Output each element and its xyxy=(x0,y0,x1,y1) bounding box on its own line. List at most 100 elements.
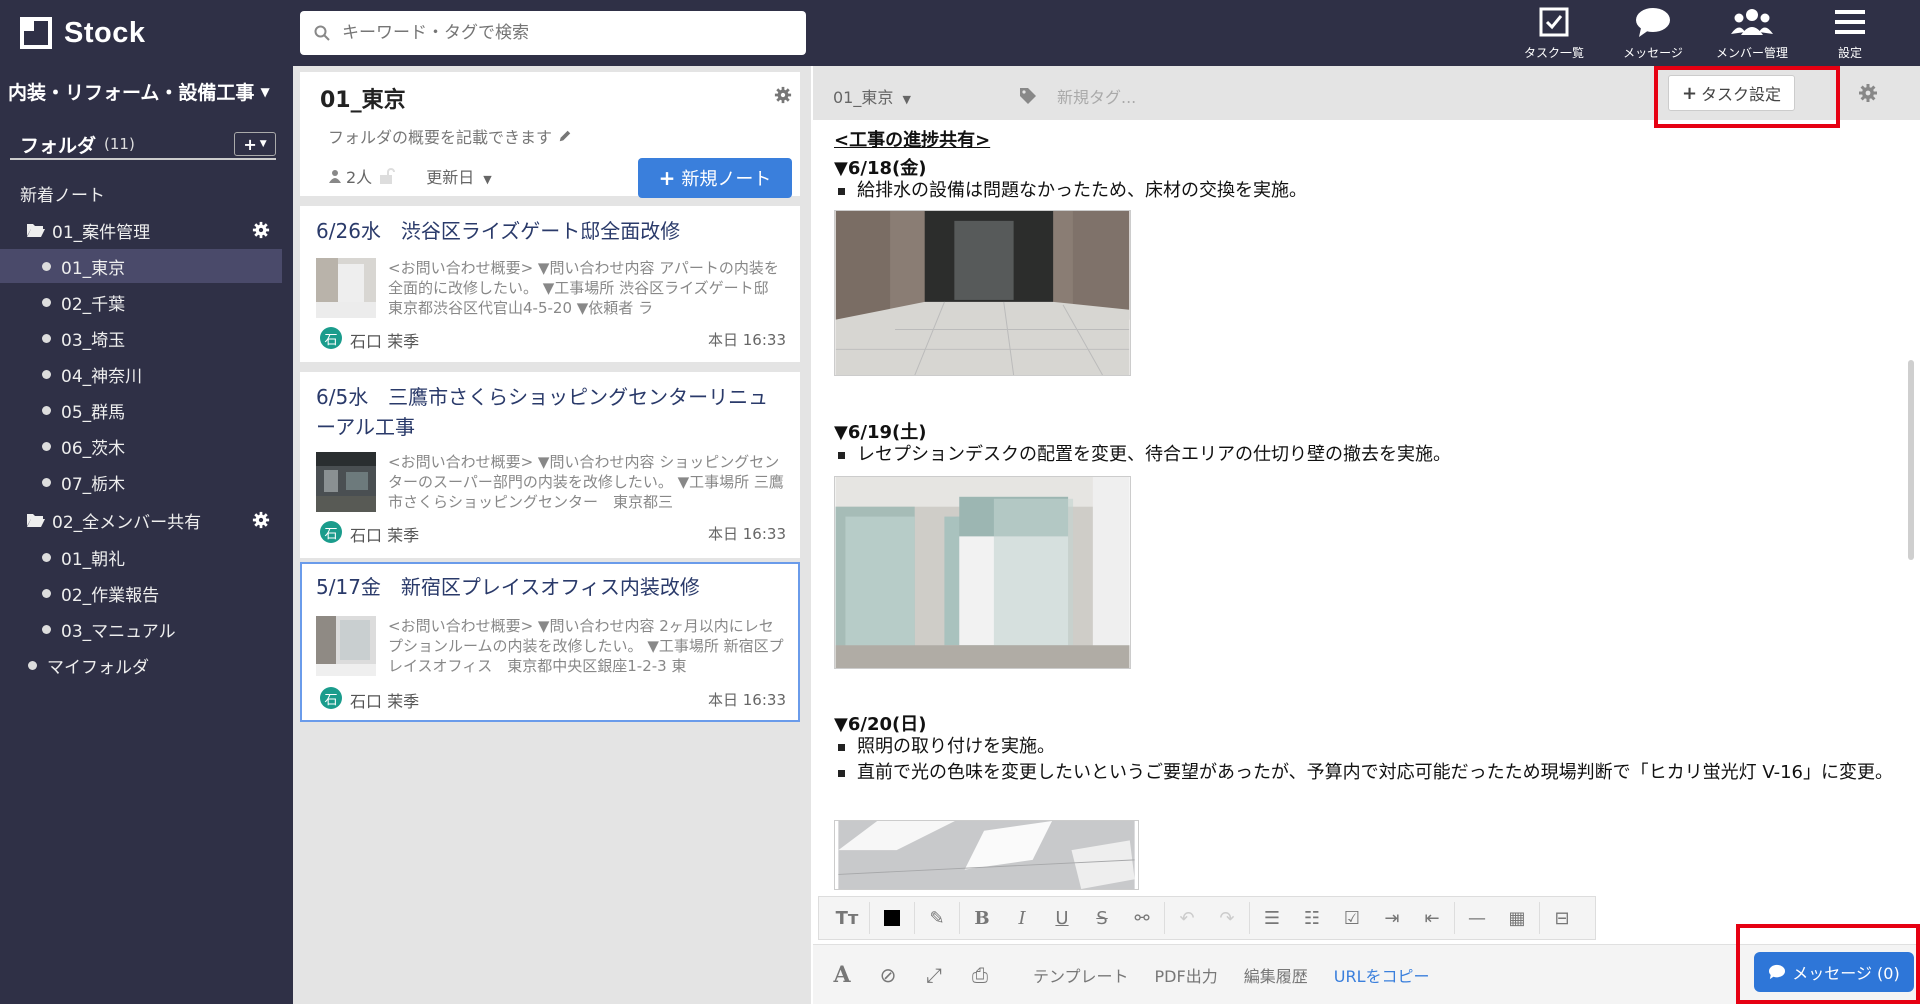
bullet-dot xyxy=(42,261,51,271)
numbered-list-icon[interactable]: ☷ xyxy=(1292,898,1332,938)
redo-icon[interactable]: ↷ xyxy=(1207,898,1247,938)
checklist-icon[interactable]: ☑ xyxy=(1332,898,1372,938)
divider xyxy=(869,902,870,934)
tag-input[interactable]: 新規タグ... xyxy=(1020,84,1136,108)
horizontal-rule-icon[interactable]: — xyxy=(1457,898,1497,938)
expand-icon[interactable]: ⤢ xyxy=(915,956,953,994)
print-icon[interactable]: ⎙ xyxy=(961,956,999,994)
sort-dropdown[interactable]: 更新日 ▼ xyxy=(426,164,492,188)
bullet-dot xyxy=(42,588,51,598)
sidebar-group-shared[interactable]: 02_全メンバー共有 xyxy=(0,503,282,537)
folder-header: フォルダ (11) + ▼ xyxy=(10,130,276,160)
note-card[interactable]: 6/5水 三鷹市さくらショッピングセンターリニューアル工事 <お問い合わせ概要>… xyxy=(300,372,800,558)
underline-icon[interactable]: U xyxy=(1042,898,1082,938)
bullet-list-icon[interactable]: ☰ xyxy=(1252,898,1292,938)
users-icon xyxy=(1731,9,1773,35)
outdent-icon[interactable]: ⇤ xyxy=(1412,898,1452,938)
text-color-icon[interactable] xyxy=(872,898,912,938)
sidebar-item-chiba[interactable]: 02_千葉 xyxy=(0,285,282,319)
divider xyxy=(1164,902,1165,934)
editor-scrollbar[interactable] xyxy=(1908,360,1914,560)
folder-open-icon xyxy=(27,224,45,237)
divider xyxy=(1249,902,1250,934)
sidebar-item-kanagawa[interactable]: 04_神奈川 xyxy=(0,357,282,391)
sidebar-item-label: マイフォルダ xyxy=(47,657,149,678)
photo-lighting[interactable] xyxy=(834,820,1139,890)
bold-icon[interactable]: B xyxy=(962,898,1002,938)
note-timestamp: 本日 16:33 xyxy=(708,691,786,709)
highlighter-icon[interactable]: ✎ xyxy=(917,898,957,938)
collapse-icon[interactable]: ⊟ xyxy=(1542,898,1582,938)
message-button[interactable]: メッセージ (0) xyxy=(1754,952,1914,992)
nav-settings[interactable]: 設定 xyxy=(1824,6,1876,62)
folder-description[interactable]: フォルダの概要を記載できます xyxy=(328,124,572,148)
sidebar-item-saitama[interactable]: 03_埼玉 xyxy=(0,321,282,355)
message-button-label: メッセージ (0) xyxy=(1792,964,1900,983)
sidebar-new-notes[interactable]: 新着ノート xyxy=(0,176,282,210)
sidebar-group-projects[interactable]: 01_案件管理 xyxy=(0,213,282,247)
sidebar-item-manual[interactable]: 03_マニュアル xyxy=(0,612,282,646)
unlock-icon[interactable] xyxy=(378,167,396,185)
sidebar-item-gunma[interactable]: 05_群馬 xyxy=(0,393,282,427)
attachment-icon[interactable]: ⊘ xyxy=(869,956,907,994)
gear-icon[interactable] xyxy=(774,86,792,104)
plus-icon: + xyxy=(658,166,676,190)
bullet-text: 照明の取り付けを実施。 xyxy=(857,736,1055,757)
gear-icon[interactable] xyxy=(1858,83,1878,103)
bullet-dot xyxy=(28,660,37,670)
italic-icon[interactable]: I xyxy=(1002,898,1042,938)
note-card[interactable]: 6/26水 渋谷区ライズゲート邸全面改修 <お問い合わせ概要> ▼問い合わせ内容… xyxy=(300,206,800,362)
search-input[interactable] xyxy=(342,23,782,43)
note-folder-selector[interactable]: 01_東京 ▼ xyxy=(833,84,911,108)
note-timestamp: 本日 16:33 xyxy=(708,331,786,349)
avatar: 石 xyxy=(320,687,342,709)
bullet-dot xyxy=(42,369,51,379)
add-folder-button[interactable]: + ▼ xyxy=(234,132,276,156)
note-card-selected[interactable]: 5/17金 新宿区プレイスオフィス内装改修 <お問い合わせ概要> ▼問い合わせ内… xyxy=(300,562,800,722)
new-note-label: 新規ノート xyxy=(681,169,772,190)
indent-icon[interactable]: ⇥ xyxy=(1372,898,1412,938)
sidebar-item-tochigi[interactable]: 07_栃木 xyxy=(0,465,282,499)
photo-floor[interactable] xyxy=(834,210,1131,376)
sidebar-item-morning[interactable]: 01_朝礼 xyxy=(0,540,282,574)
gear-icon[interactable] xyxy=(252,511,270,529)
nav-members[interactable]: メンバー管理 xyxy=(1711,6,1793,62)
note-editor[interactable]: <工事の進捗共有> ▼6/18(金) 給排水の設備は問題なかったため、床材の交換… xyxy=(813,120,1893,890)
bullet-dot xyxy=(42,477,51,487)
sidebar-my-folder[interactable]: マイフォルダ xyxy=(0,648,282,682)
nav-tasks[interactable]: タスク一覧 xyxy=(1518,6,1590,62)
link-icon[interactable]: ⚯ xyxy=(1122,898,1162,938)
workspace-selector[interactable]: 内装・リフォーム・設備工事 ▼ xyxy=(8,78,270,105)
text-size-icon[interactable]: Tт xyxy=(827,898,867,938)
bullet-dot xyxy=(42,333,51,343)
photo-partition[interactable] xyxy=(834,476,1131,669)
plus-icon: + xyxy=(243,134,257,154)
template-link[interactable]: テンプレート xyxy=(1033,963,1129,987)
member-count[interactable]: 2人 xyxy=(346,164,372,188)
bullet-dot xyxy=(42,552,51,562)
font-icon[interactable]: A xyxy=(823,956,861,994)
edit-history-link[interactable]: 編集履歴 xyxy=(1244,963,1308,987)
pdf-export-link[interactable]: PDF出力 xyxy=(1155,963,1218,987)
copy-url-link[interactable]: URLをコピー xyxy=(1334,963,1430,987)
search-box[interactable] xyxy=(300,11,806,55)
sidebar-item-ibaraki[interactable]: 06_茨木 xyxy=(0,429,282,463)
strikethrough-icon[interactable]: S xyxy=(1082,898,1122,938)
bullet-text: 直前で光の色味を変更したいというご要望があったが、予算内で対応可能だったため現場… xyxy=(857,762,1894,783)
sidebar-item-label: 04_神奈川 xyxy=(61,366,143,387)
gear-icon[interactable] xyxy=(252,221,270,239)
note-title: 5/17金 新宿区プレイスオフィス内装改修 xyxy=(316,575,700,599)
sidebar-item-label: 03_マニュアル xyxy=(61,621,176,642)
caret-down-icon: ▼ xyxy=(260,84,270,99)
undo-icon[interactable]: ↶ xyxy=(1167,898,1207,938)
task-check-icon xyxy=(1539,7,1569,37)
entry-date: ▼6/18(金) xyxy=(834,158,927,179)
app-name: Stock xyxy=(64,16,146,49)
sidebar-item-report[interactable]: 02_作業報告 xyxy=(0,576,282,610)
nav-messages[interactable]: メッセージ xyxy=(1617,6,1689,62)
app-logo[interactable]: Stock xyxy=(20,16,145,50)
sidebar-item-tokyo[interactable]: 01_東京 xyxy=(0,249,282,283)
table-icon[interactable]: ▦ xyxy=(1497,898,1537,938)
note-title: 6/5水 三鷹市さくらショッピングセンターリニューアル工事 xyxy=(316,385,769,439)
new-note-button[interactable]: + 新規ノート xyxy=(638,158,792,198)
